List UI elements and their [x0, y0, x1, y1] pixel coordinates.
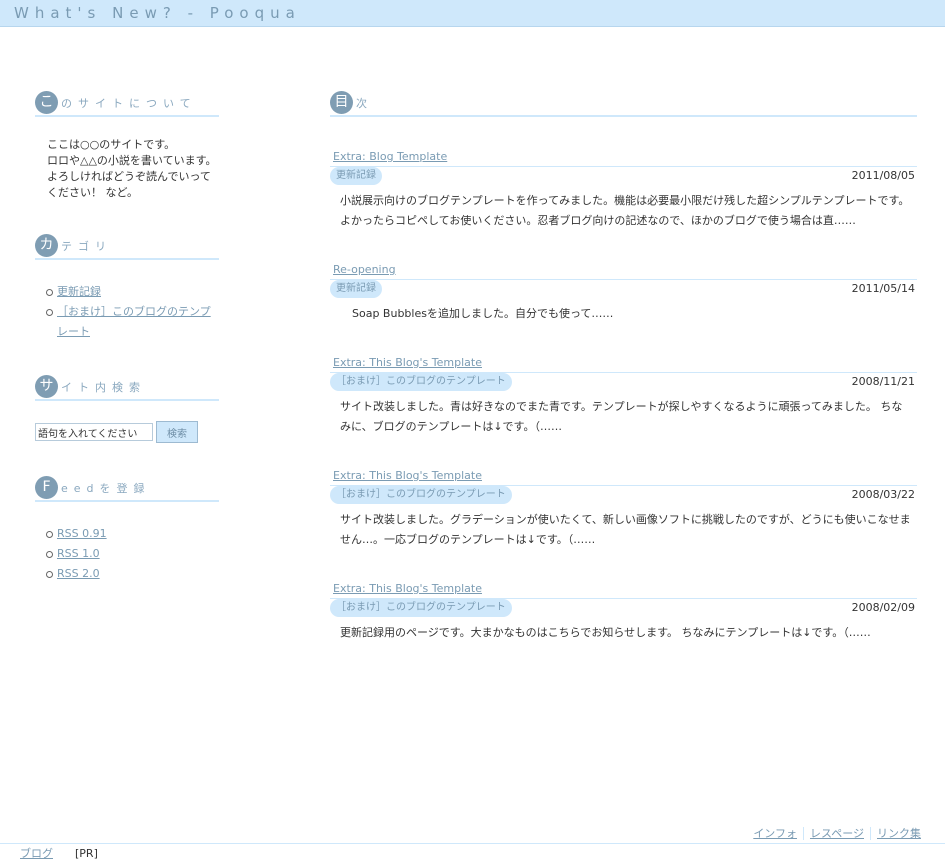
footer-link-info[interactable]: インフォ — [747, 827, 803, 840]
feed-block: F eedを登録 RSS 0.91 RSS 1.0 RSS 2.0 — [35, 475, 219, 584]
category-badge: ［おまけ］このブログのテンプレート — [330, 486, 512, 504]
search-heading: サ イト内検索 — [35, 374, 219, 401]
category-badge: ［おまけ］このブログのテンプレート — [330, 599, 512, 617]
search-form: 検索 — [35, 421, 219, 443]
entry-meta: 更新記録 2011/05/14 — [330, 279, 917, 300]
ad-bar: ブログ [PR] — [0, 843, 945, 864]
entry-excerpt: 更新記録用のページです。大まかなものはこちらでお知らせします。 ちなみにテンプレ… — [340, 626, 871, 639]
entry-excerpt: Soap Bubblesを追加しました。自分でも使って…… — [352, 307, 614, 320]
entry-meta: ［おまけ］このブログのテンプレート 2008/03/22 — [330, 485, 917, 506]
category-block: カ テゴリ 更新記録 ［おまけ］このブログのテンプレート — [35, 233, 219, 342]
list-item: 更新記録 — [35, 282, 219, 302]
search-input[interactable] — [35, 423, 153, 441]
category-heading: カ テゴリ — [35, 233, 219, 260]
heading-initial: サ — [35, 375, 58, 398]
heading-text: テゴリ — [61, 239, 112, 253]
entry: Extra: This Blog's Template ［おまけ］このブログのテ… — [330, 356, 917, 437]
entry-excerpt: 小説展示向けのブログテンプレートを作ってみました。機能は必要最小限だけ残した超シ… — [340, 194, 910, 227]
footer-link-res[interactable]: レスページ — [802, 827, 870, 840]
list-item: RSS 2.0 — [35, 564, 219, 584]
list-item: RSS 0.91 — [35, 524, 219, 544]
heading-text: のサイトについて — [61, 96, 197, 110]
about-line: ロロや△△の小説を書いています。 — [47, 154, 217, 167]
about-line: よろしければどうぞ読んでいってください！ など。 — [47, 170, 211, 199]
entry-title-link[interactable]: Re-opening — [333, 263, 917, 277]
category-list: 更新記録 ［おまけ］このブログのテンプレート — [35, 282, 219, 342]
rss-091-link[interactable]: RSS 0.91 — [57, 527, 107, 540]
entry-date: 2011/05/14 — [851, 282, 915, 295]
entry-title-link[interactable]: Extra: Blog Template — [333, 150, 917, 164]
about-block: こ のサイトについて ここは○○のサイトです。 ロロや△△の小説を書いています。… — [35, 90, 219, 201]
heading-initial: 目 — [330, 91, 353, 114]
entry-date: 2008/11/21 — [851, 375, 915, 388]
entry-meta: 更新記録 2011/08/05 — [330, 166, 917, 187]
heading-text: イト内検索 — [61, 380, 146, 394]
entry-date: 2008/03/22 — [851, 488, 915, 501]
search-button[interactable]: 検索 — [156, 421, 198, 443]
sidebar: こ のサイトについて ここは○○のサイトです。 ロロや△△の小説を書いています。… — [35, 90, 219, 584]
footer-link-links[interactable]: リンク集 — [870, 827, 927, 840]
category-badge: ［おまけ］このブログのテンプレート — [330, 373, 512, 391]
footer-links: インフォ レスページ リンク集 — [747, 825, 927, 841]
heading-text: eedを登録 — [61, 481, 151, 495]
entry-title-link[interactable]: Extra: This Blog's Template — [333, 469, 917, 483]
list-item: RSS 1.0 — [35, 544, 219, 564]
heading-initial: カ — [35, 234, 58, 257]
heading-initial: F — [35, 476, 58, 499]
site-title[interactable]: What's New? - Pooqua — [0, 0, 945, 26]
heading-initial: こ — [35, 91, 58, 114]
heading-text: 次 — [356, 96, 373, 110]
entry-meta: ［おまけ］このブログのテンプレート 2008/11/21 — [330, 372, 917, 393]
main-content: 目 次 Extra: Blog Template 更新記録 2011/08/05… — [330, 90, 917, 643]
rss-10-link[interactable]: RSS 1.0 — [57, 547, 100, 560]
entry: Extra: This Blog's Template ［おまけ］このブログのテ… — [330, 582, 917, 643]
entry-title-link[interactable]: Extra: This Blog's Template — [333, 582, 917, 596]
header-bar: What's New? - Pooqua — [0, 0, 945, 27]
category-link-template[interactable]: ［おまけ］このブログのテンプレート — [57, 305, 211, 338]
pr-label: [PR] — [75, 847, 98, 860]
blog-link[interactable]: ブログ — [20, 847, 53, 860]
entry-date: 2008/02/09 — [851, 601, 915, 614]
category-badge: 更新記録 — [330, 167, 382, 185]
feed-list: RSS 0.91 RSS 1.0 RSS 2.0 — [35, 524, 219, 584]
list-item: ［おまけ］このブログのテンプレート — [35, 302, 219, 342]
entry-date: 2011/08/05 — [851, 169, 915, 182]
entry-meta: ［おまけ］このブログのテンプレート 2008/02/09 — [330, 598, 917, 619]
about-text: ここは○○のサイトです。 ロロや△△の小説を書いています。 よろしければどうぞ読… — [35, 137, 219, 201]
entry-excerpt: サイト改装しました。青は好きなのでまた青です。テンプレートが探しやすくなるように… — [340, 400, 903, 433]
entry: Re-opening 更新記録 2011/05/14 Soap Bubblesを… — [330, 263, 917, 324]
entry: Extra: Blog Template 更新記録 2011/08/05 小説展… — [330, 150, 917, 231]
search-block: サ イト内検索 検索 — [35, 374, 219, 443]
about-line: ここは○○のサイトです。 — [47, 138, 176, 151]
feed-heading: F eedを登録 — [35, 475, 219, 502]
contents-heading: 目 次 — [330, 90, 917, 117]
rss-20-link[interactable]: RSS 2.0 — [57, 567, 100, 580]
entry-excerpt: サイト改装しました。グラデーションが使いたくて、新しい画像ソフトに挑戦したのです… — [340, 513, 911, 546]
entry-title-link[interactable]: Extra: This Blog's Template — [333, 356, 917, 370]
entry: Extra: This Blog's Template ［おまけ］このブログのテ… — [330, 469, 917, 550]
category-badge: 更新記録 — [330, 280, 382, 298]
category-link-updates[interactable]: 更新記録 — [57, 285, 101, 298]
about-heading: こ のサイトについて — [35, 90, 219, 117]
